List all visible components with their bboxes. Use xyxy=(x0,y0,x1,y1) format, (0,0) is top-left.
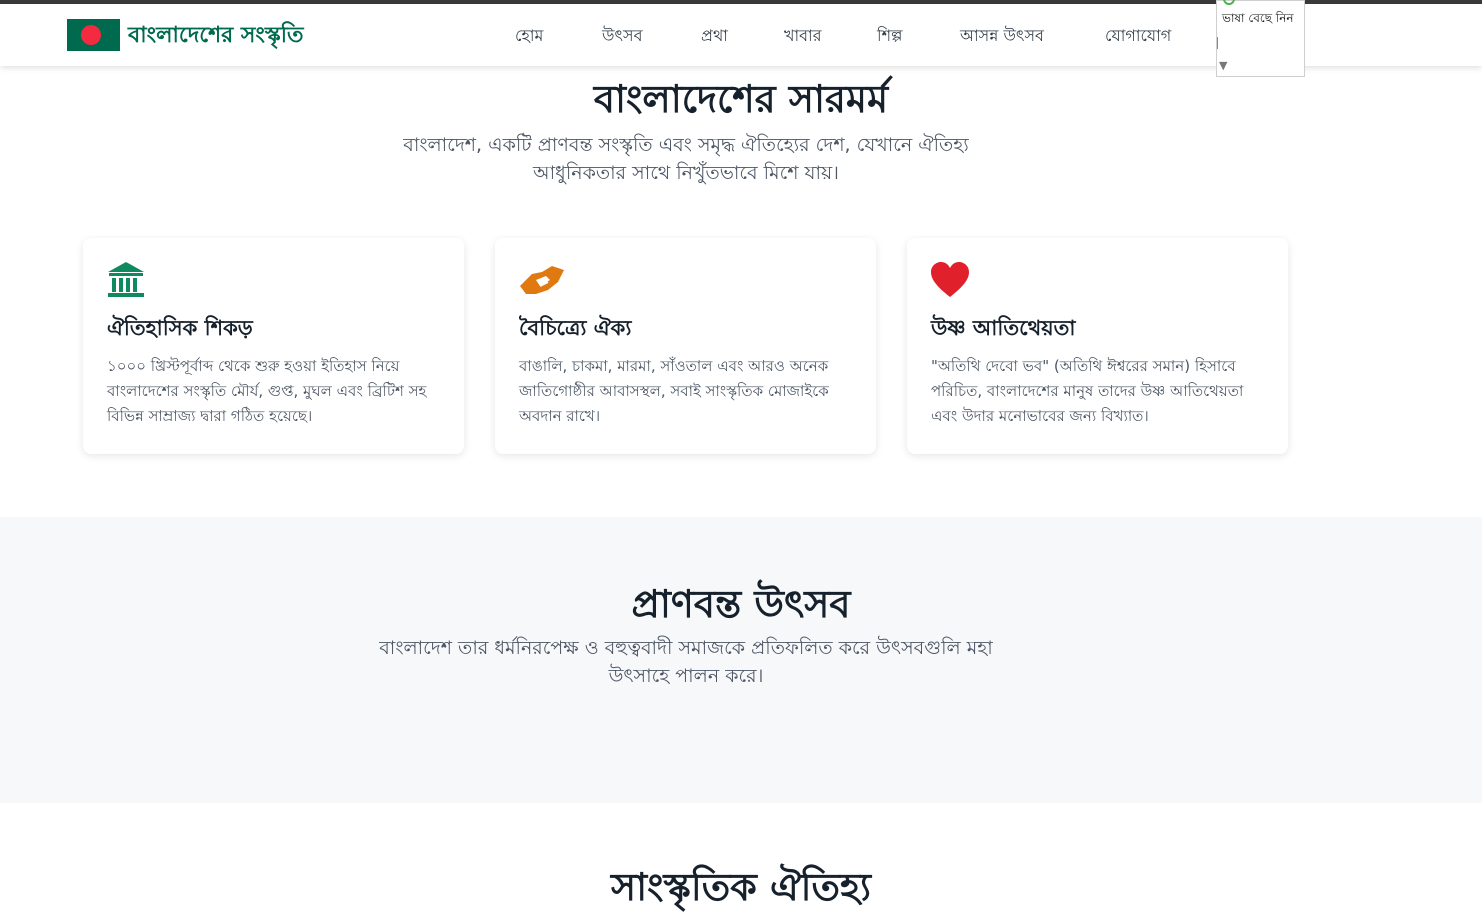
card-title: ঐতিহাসিক শিকড় xyxy=(107,316,253,340)
card-title: বৈচিত্র্যে ঐক্য xyxy=(519,316,632,340)
language-select-label: ভাষা বেছে নিন xyxy=(1222,11,1294,25)
card-text: ১০০০ খ্রিস্টপূর্বাব্দ থেকে শুরু হওয়া ইত… xyxy=(107,357,427,425)
card-unity-in-diversity: বৈচিত্র্যে ঐক্য বাঙালি, চাকমা, মারমা, সা… xyxy=(495,238,876,454)
brand-title[interactable]: বাংলাদেশের সংস্কৃতি xyxy=(128,18,304,55)
essence-title: বাংলাদেশের সারমর্ম xyxy=(593,77,889,121)
chevron-down-icon[interactable]: ▼ xyxy=(1219,59,1227,72)
handshake-icon xyxy=(520,266,564,294)
language-select-cursor xyxy=(1217,37,1218,49)
card-warm-hospitality: উষ্ণ আতিথেয়তা "অতিথি দেবো ভব" (অতিথি ঈশ… xyxy=(907,238,1288,454)
nav-art[interactable]: শিল্প xyxy=(877,23,902,50)
flag-red-disc xyxy=(81,25,101,45)
essence-subtitle: বাংলাদেশ, একটি প্রাণবন্ত সংস্কৃতি এবং সম… xyxy=(403,134,969,184)
heritage-title: সাংস্কৃতিক ঐতিহ্য xyxy=(611,865,871,909)
card-text: বাঙালি, চাকমা, মারমা, সাঁওতাল এবং আরও অন… xyxy=(519,357,829,425)
festivals-subtitle: বাংলাদেশ তার ধর্মনিরপেক্ষ ও বহুত্ববাদী স… xyxy=(379,637,993,687)
nav-food[interactable]: খাবার xyxy=(784,23,822,50)
nav-upcoming-festivals[interactable]: আসন্ন উৎসব xyxy=(960,23,1044,50)
language-select[interactable]: ভাষা বেছে নিন ▼ xyxy=(1216,0,1305,77)
bangladesh-flag-logo[interactable] xyxy=(67,19,120,51)
nav-contact[interactable]: যোগাযোগ xyxy=(1105,23,1171,50)
card-text: "অতিথি দেবো ভব" (অতিথি ঈশ্বরের সমান) হিস… xyxy=(931,357,1244,425)
nav-home[interactable]: হোম xyxy=(515,23,543,50)
translate-icon xyxy=(1223,0,1235,5)
nav-traditions[interactable]: প্রথা xyxy=(701,23,728,50)
heart-icon xyxy=(931,262,969,297)
card-historical-roots: ঐতিহাসিক শিকড় ১০০০ খ্রিস্টপূর্বাব্দ থেক… xyxy=(83,238,464,454)
card-title: উষ্ণ আতিথেয়তা xyxy=(931,316,1076,340)
festivals-title: প্রাণবন্ত উৎসব xyxy=(631,582,851,626)
nav-festivals[interactable]: উৎসব xyxy=(602,23,643,50)
museum-icon xyxy=(108,262,144,297)
